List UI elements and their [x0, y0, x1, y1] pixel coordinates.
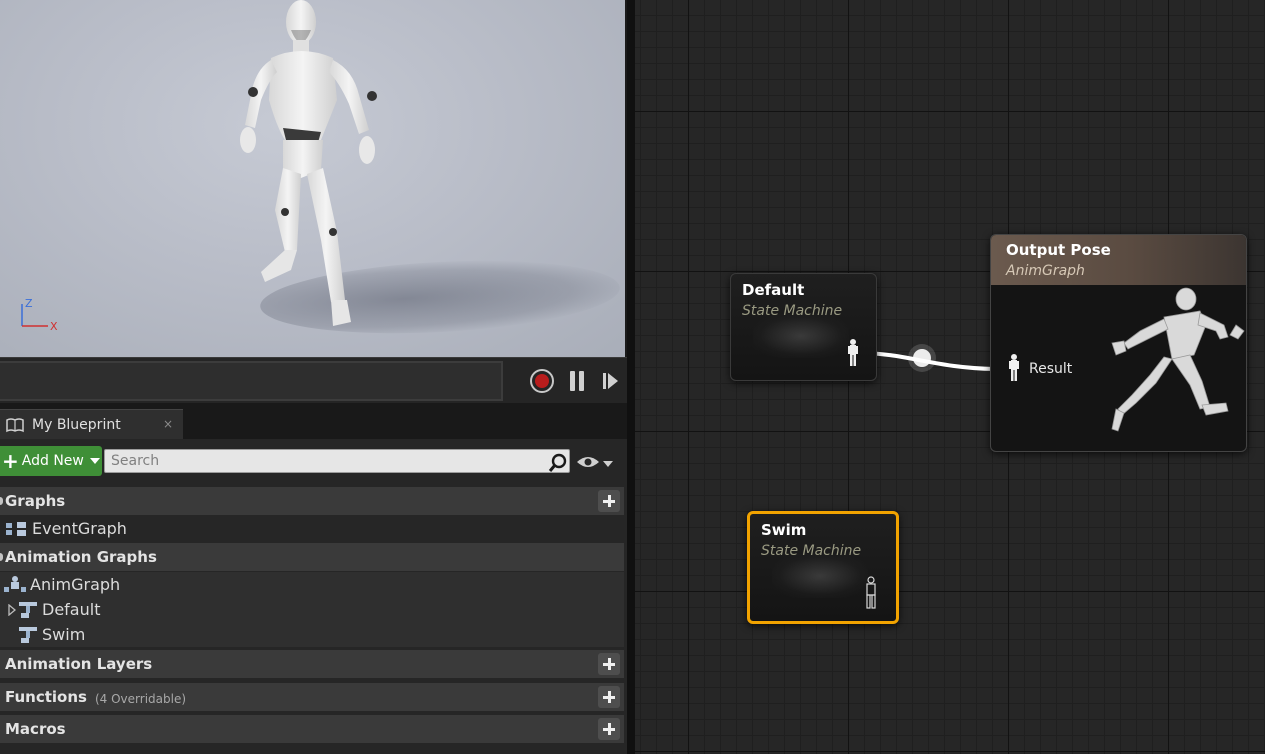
pause-button[interactable]	[563, 368, 591, 394]
view-options-chevron-icon[interactable]	[603, 461, 613, 467]
chevron-down-icon	[89, 458, 100, 464]
expand-arrow-icon[interactable]	[7, 603, 17, 616]
list-item-eventgraph[interactable]: EventGraph	[0, 516, 624, 541]
node-subtitle: AnimGraph	[1006, 263, 1085, 279]
section-animation-layers[interactable]: Animation Layers	[0, 650, 624, 678]
blueprint-toolbar: + Add New	[0, 439, 627, 481]
add-animation-layer-button[interactable]	[598, 653, 620, 675]
node-default-state-machine[interactable]: Default State Machine	[730, 273, 877, 381]
step-forward-button[interactable]	[596, 368, 624, 394]
list-item-swim[interactable]: Swim	[0, 622, 624, 647]
item-label: Default	[42, 600, 101, 619]
panel-divider[interactable]	[627, 0, 635, 754]
tab-my-blueprint[interactable]: My Blueprint ×	[0, 409, 183, 439]
my-blueprint-panel: My Blueprint × + Add New Gra	[0, 403, 627, 754]
book-icon	[6, 417, 24, 432]
step-forward-icon	[603, 373, 618, 389]
pose-output-pin-icon[interactable]	[847, 338, 859, 368]
item-label: EventGraph	[32, 519, 127, 538]
pose-input-pin-icon[interactable]	[1008, 353, 1020, 383]
node-subtitle: State Machine	[761, 543, 862, 559]
anim-graph-canvas[interactable]: Default State Machine Swim State Machine	[635, 0, 1265, 754]
close-tab-icon[interactable]: ×	[163, 417, 173, 431]
state-machine-icon	[19, 626, 37, 643]
state-machine-icon	[19, 601, 37, 618]
add-new-button[interactable]: + Add New	[0, 446, 102, 476]
axis-gizmo: Z X	[21, 297, 58, 333]
section-title: Macros	[5, 720, 66, 738]
section-title: Animation Layers	[5, 655, 153, 673]
section-title: Graphs	[5, 492, 66, 510]
section-graphs[interactable]: Graphs	[0, 487, 624, 515]
overridable-count: (4 Overridable)	[94, 691, 187, 706]
list-item-default[interactable]: Default	[0, 597, 624, 622]
search-icon[interactable]	[548, 453, 568, 473]
section-title: Animation Graphs	[5, 548, 157, 566]
add-graph-button[interactable]	[598, 490, 620, 512]
plus-icon: +	[2, 449, 19, 473]
mannequin-character	[240, 0, 377, 326]
preview-viewport[interactable]: Z X	[0, 0, 625, 357]
running-mannequin-icon	[1111, 287, 1245, 432]
result-pin-label: Result	[1029, 361, 1073, 377]
node-swim-state-machine[interactable]: Swim State Machine	[747, 511, 899, 624]
node-title: Swim	[761, 521, 807, 539]
pause-icon	[570, 371, 575, 391]
section-title: Functions	[5, 688, 87, 706]
node-title: Default	[742, 281, 805, 299]
axis-x-label: X	[50, 320, 58, 333]
eye-icon[interactable]	[576, 455, 600, 469]
add-function-button[interactable]	[598, 686, 620, 708]
axis-z-label: Z	[25, 297, 33, 310]
add-macro-button[interactable]	[598, 718, 620, 740]
tab-bar: My Blueprint ×	[0, 403, 627, 439]
node-title: Output Pose	[1006, 241, 1111, 259]
list-item-animgraph[interactable]: AnimGraph	[0, 572, 624, 597]
animation-blueprint-editor: Z X My Blueprint × + Add New Search Grap…	[0, 0, 1265, 754]
playback-bar	[0, 357, 627, 403]
anim-graph-icon	[4, 575, 26, 592]
timeline-scrubber[interactable]	[0, 361, 503, 401]
event-graph-icon	[6, 521, 26, 536]
item-label: AnimGraph	[30, 575, 121, 594]
node-header: Output Pose AnimGraph	[991, 235, 1246, 285]
section-animation-graphs[interactable]: Animation Graphs	[0, 543, 624, 571]
add-new-label: Add New	[21, 453, 84, 469]
record-button[interactable]	[528, 368, 556, 394]
section-functions[interactable]: Functions (4 Overridable)	[0, 683, 624, 711]
tab-label: My Blueprint	[32, 416, 121, 433]
node-output-pose[interactable]: Output Pose AnimGraph Result	[990, 234, 1247, 452]
node-subtitle: State Machine	[742, 303, 843, 319]
section-macros[interactable]: Macros	[0, 715, 624, 743]
pose-output-pin-icon[interactable]	[864, 576, 878, 610]
item-label: Swim	[42, 625, 86, 644]
search-input[interactable]	[104, 449, 570, 473]
record-icon	[530, 369, 554, 393]
